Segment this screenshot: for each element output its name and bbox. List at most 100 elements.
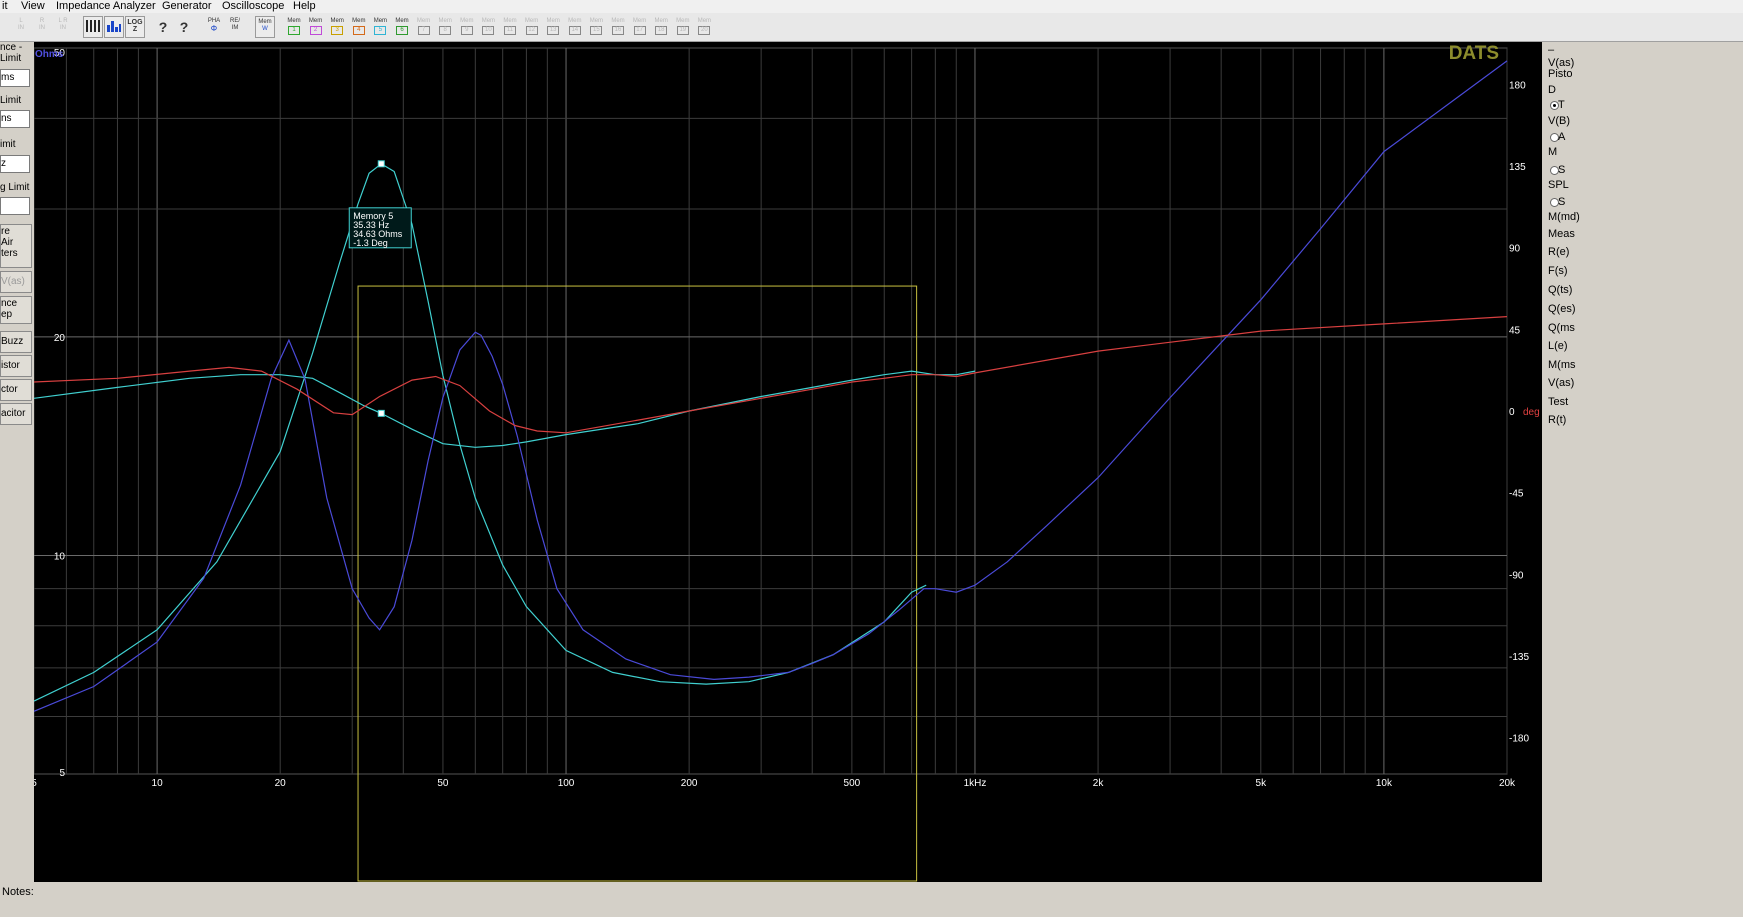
x-tick-label: 200 [681, 778, 698, 789]
channel-left-button[interactable]: L IN [11, 16, 31, 38]
param-label-2: Pisto [1548, 68, 1573, 80]
param-label-13: R(e) [1548, 246, 1570, 258]
memory-3-button[interactable]: Mem 3 [327, 16, 347, 38]
y-right-tick-label: -45 [1509, 489, 1524, 500]
param-label-3: D [1548, 84, 1556, 96]
param-label-17: Q(ms [1548, 322, 1575, 334]
limit-label: Limit [0, 53, 22, 64]
memory-8-button[interactable]: Mem 8 [435, 16, 455, 38]
y-right-tick-label: -180 [1509, 734, 1529, 745]
memory-10-button[interactable]: Mem 10 [478, 16, 498, 38]
plot-area[interactable]: Memory 535.33 Hz34.63 Ohms-1.3 Deg 51020… [31, 42, 1542, 882]
x-tick-label: 20 [275, 778, 287, 789]
param-label-19: M(ms [1548, 359, 1576, 371]
memory-2-button[interactable]: Mem 2 [306, 16, 326, 38]
inductor-button[interactable]: ctor [0, 379, 32, 401]
channel-right-button[interactable]: R IN [32, 16, 52, 38]
menu-bar: it View Impedance Analyzer Generator Osc… [0, 0, 1743, 13]
impedance-chart[interactable]: Memory 535.33 Hz34.63 Ohms-1.3 Deg 51020… [31, 42, 1542, 882]
param-label-5: V(B) [1548, 115, 1570, 127]
limit-ohms-field[interactable]: ms [0, 69, 30, 87]
piano-icon[interactable] [83, 16, 103, 38]
limit-ohms-field-2[interactable]: ns [0, 110, 30, 128]
menu-item-help[interactable]: Help [293, 0, 316, 12]
x-tick-label: 10k [1376, 778, 1393, 789]
y-right-tick-label: 135 [1509, 162, 1526, 173]
memory-9-button[interactable]: Mem 9 [457, 16, 477, 38]
param-label-14: F(s) [1548, 265, 1568, 277]
menu-item-oscilloscope[interactable]: Oscilloscope [222, 0, 284, 12]
param-label-16: Q(es) [1548, 303, 1576, 315]
limit-label-4: g Limit [0, 182, 30, 193]
memory-20-button[interactable]: Mem 20 [694, 16, 714, 38]
memory-11-button[interactable]: Mem 11 [500, 16, 520, 38]
param-label-20: V(as) [1548, 377, 1575, 389]
menu-item-generator[interactable]: Generator [162, 0, 212, 12]
channel-stereo-button[interactable]: L R IN [53, 16, 73, 38]
param-label-8: S [1558, 164, 1566, 176]
memory-19-button[interactable]: Mem 19 [673, 16, 693, 38]
memory-4-button[interactable]: Mem 4 [349, 16, 369, 38]
limit-label-2: Limit [0, 95, 22, 106]
param-label-18: L(e) [1548, 340, 1568, 352]
menu-item-edit[interactable]: it [2, 0, 8, 12]
menu-item-view[interactable]: View [21, 0, 45, 12]
memory-15-button[interactable]: Mem 15 [586, 16, 606, 38]
marker-tooltip-deg: -1.3 Deg [353, 238, 388, 248]
plot-frame [33, 47, 1508, 775]
right-panel: – V(as) Pisto D T V(B) A M S SPL S M(md) Meas R(e) F(s… [1542, 42, 1743, 882]
marker-point-ohms [377, 160, 385, 168]
limit-label-3: imit [0, 139, 16, 150]
param-label-22: R(t) [1548, 414, 1567, 426]
phase-button[interactable]: PHA Φ [204, 16, 224, 38]
y-left-tick-label: 5 [59, 768, 65, 779]
x-tick-label: 10 [152, 778, 164, 789]
series-line-0 [33, 163, 927, 702]
series-line-1 [33, 370, 976, 448]
memory-12-button[interactable]: Mem 12 [522, 16, 542, 38]
memory-write-button[interactable]: Mem W [255, 16, 275, 38]
y-right-tick-label: -90 [1509, 570, 1524, 581]
param-label-4: T [1558, 99, 1565, 111]
series-line-2 [33, 60, 1508, 712]
memory-17-button[interactable]: Mem 17 [630, 16, 650, 38]
y-right-tick-label: 45 [1509, 325, 1521, 336]
x-tick-label: 2k [1093, 778, 1105, 789]
measure-air-parameters-button[interactable]: re Air ters [0, 224, 32, 268]
x-tick-label: 100 [558, 778, 575, 789]
memory-7-button[interactable]: Mem 7 [414, 16, 434, 38]
buzz-button[interactable]: Buzz [0, 331, 32, 353]
x-tick-label: 1kHz [964, 778, 987, 789]
limit-field-4[interactable] [0, 197, 30, 215]
menu-item-impedance-analyzer[interactable]: Impedance Analyzer [56, 0, 156, 12]
impedance-sweep-button[interactable]: nce ep [0, 296, 32, 324]
memory-16-button[interactable]: Mem 16 [608, 16, 628, 38]
toolbar: L IN R IN L R IN LOG Z ? ? PHA Φ RE/IM Mem W M… [0, 13, 1743, 42]
memory-1-button[interactable]: Mem 1 [284, 16, 304, 38]
memory-14-button[interactable]: Mem 14 [565, 16, 585, 38]
dats-logo: DATS [1449, 43, 1499, 64]
spectrum-icon[interactable] [104, 16, 124, 38]
memory-13-button[interactable]: Mem 13 [543, 16, 563, 38]
marker-point-phase [377, 409, 385, 417]
param-label-0: – [1548, 44, 1555, 56]
limit-hz-field[interactable]: z [0, 155, 30, 173]
memory-5-button[interactable]: Mem 5 [370, 16, 390, 38]
context-help-icon[interactable]: ? [174, 16, 194, 38]
x-tick-label: 20k [1499, 778, 1516, 789]
x-tick-label: 5k [1256, 778, 1268, 789]
param-label-11: M(md) [1548, 211, 1580, 223]
resistor-button[interactable]: istor [0, 355, 32, 377]
help-icon[interactable]: ? [153, 16, 173, 38]
capacitor-button[interactable]: acitor [0, 403, 32, 425]
param-label-12: Meas [1548, 228, 1575, 240]
log-z-button[interactable]: LOG Z [125, 16, 145, 38]
vas-button[interactable]: V(as) [0, 271, 32, 293]
memory-18-button[interactable]: Mem 18 [651, 16, 671, 38]
y-left-tick-label: 20 [54, 333, 66, 344]
notes-label: Notes: [2, 886, 34, 898]
real-imag-button[interactable]: RE/IM [225, 16, 245, 38]
notes-bar: Notes: [0, 882, 1743, 917]
x-tick-label: 50 [437, 778, 449, 789]
memory-6-button[interactable]: Mem 6 [392, 16, 412, 38]
